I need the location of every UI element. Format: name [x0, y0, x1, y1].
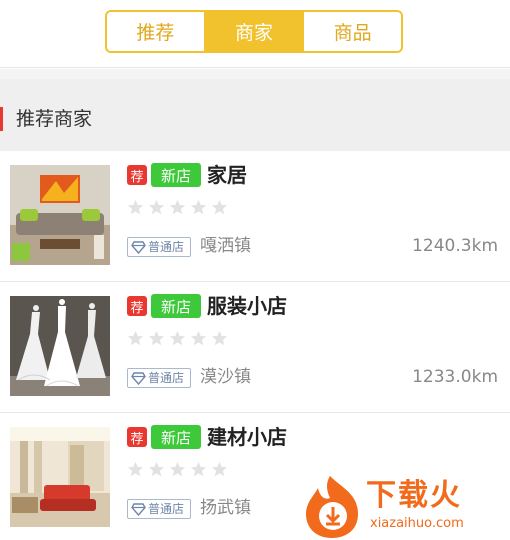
- showroom-image: [10, 427, 110, 527]
- divider: [0, 69, 510, 79]
- star-icon: [190, 199, 207, 215]
- dress-mannequins-image: [10, 296, 110, 396]
- tab-recommend[interactable]: 推荐: [107, 12, 204, 51]
- diamond-icon: [131, 371, 146, 385]
- star-icon: [148, 199, 165, 215]
- merchant-item[interactable]: 荐 新店 家居 普通店 嘎洒镇 1240.3km: [0, 151, 510, 282]
- merchant-name: 建材小店: [207, 425, 287, 449]
- store-type-label: 普通店: [148, 240, 185, 254]
- section-title: 推荐商家: [16, 108, 93, 130]
- new-store-tag: 新店: [151, 425, 201, 449]
- living-room-image: [10, 165, 110, 265]
- tab-products[interactable]: 商品: [302, 12, 401, 51]
- merchant-town: 漠沙镇: [200, 367, 251, 387]
- new-store-tag: 新店: [151, 163, 201, 187]
- merchant-name: 服装小店: [207, 294, 287, 318]
- tab-merchants[interactable]: 商家: [203, 12, 303, 51]
- merchant-distance: 1233.0km: [412, 367, 498, 387]
- star-icon: [211, 461, 228, 477]
- store-type-label: 普通店: [148, 371, 185, 385]
- star-icon: [127, 461, 144, 477]
- merchant-town: 嘎洒镇: [200, 236, 251, 256]
- segment-tabs: 推荐 商家 商品: [105, 10, 403, 53]
- star-icon: [169, 330, 186, 346]
- merchant-thumbnail: [10, 165, 110, 265]
- store-type-label: 普通店: [148, 502, 185, 516]
- star-icon: [169, 199, 186, 215]
- merchant-name: 家居: [207, 163, 247, 187]
- star-icon: [190, 461, 207, 477]
- star-icon: [169, 461, 186, 477]
- watermark: 下载火 xiazaihuo.com: [300, 474, 510, 540]
- section-header: 推荐商家: [0, 79, 510, 151]
- merchant-town: 扬武镇: [200, 498, 251, 518]
- merchant-thumbnail: [10, 296, 110, 396]
- flame-logo-icon: [306, 476, 358, 538]
- star-icon: [211, 330, 228, 346]
- watermark-title: 下载火: [366, 478, 462, 513]
- rating-stars: [127, 461, 228, 478]
- recommend-tag: 荐: [127, 427, 147, 447]
- star-icon: [127, 330, 144, 346]
- watermark-url: xiazaihuo.com: [370, 516, 464, 531]
- diamond-icon: [131, 502, 146, 516]
- star-icon: [127, 199, 144, 215]
- star-icon: [190, 330, 207, 346]
- store-type-badge: 普通店: [127, 237, 191, 257]
- star-icon: [148, 330, 165, 346]
- recommend-tag: 荐: [127, 296, 147, 316]
- section-accent-bar: [0, 107, 3, 131]
- store-type-badge: 普通店: [127, 368, 191, 388]
- merchant-thumbnail: [10, 427, 110, 527]
- merchant-item[interactable]: 荐 新店 服装小店 普通店 漠沙镇 1233.0km: [0, 282, 510, 413]
- recommend-tag: 荐: [127, 165, 147, 185]
- diamond-icon: [131, 240, 146, 254]
- merchant-distance: 1240.3km: [412, 236, 498, 256]
- store-type-badge: 普通店: [127, 499, 191, 519]
- top-bar: 推荐 商家 商品: [0, 0, 510, 68]
- new-store-tag: 新店: [151, 294, 201, 318]
- star-icon: [148, 461, 165, 477]
- rating-stars: [127, 199, 228, 216]
- rating-stars: [127, 330, 228, 347]
- star-icon: [211, 199, 228, 215]
